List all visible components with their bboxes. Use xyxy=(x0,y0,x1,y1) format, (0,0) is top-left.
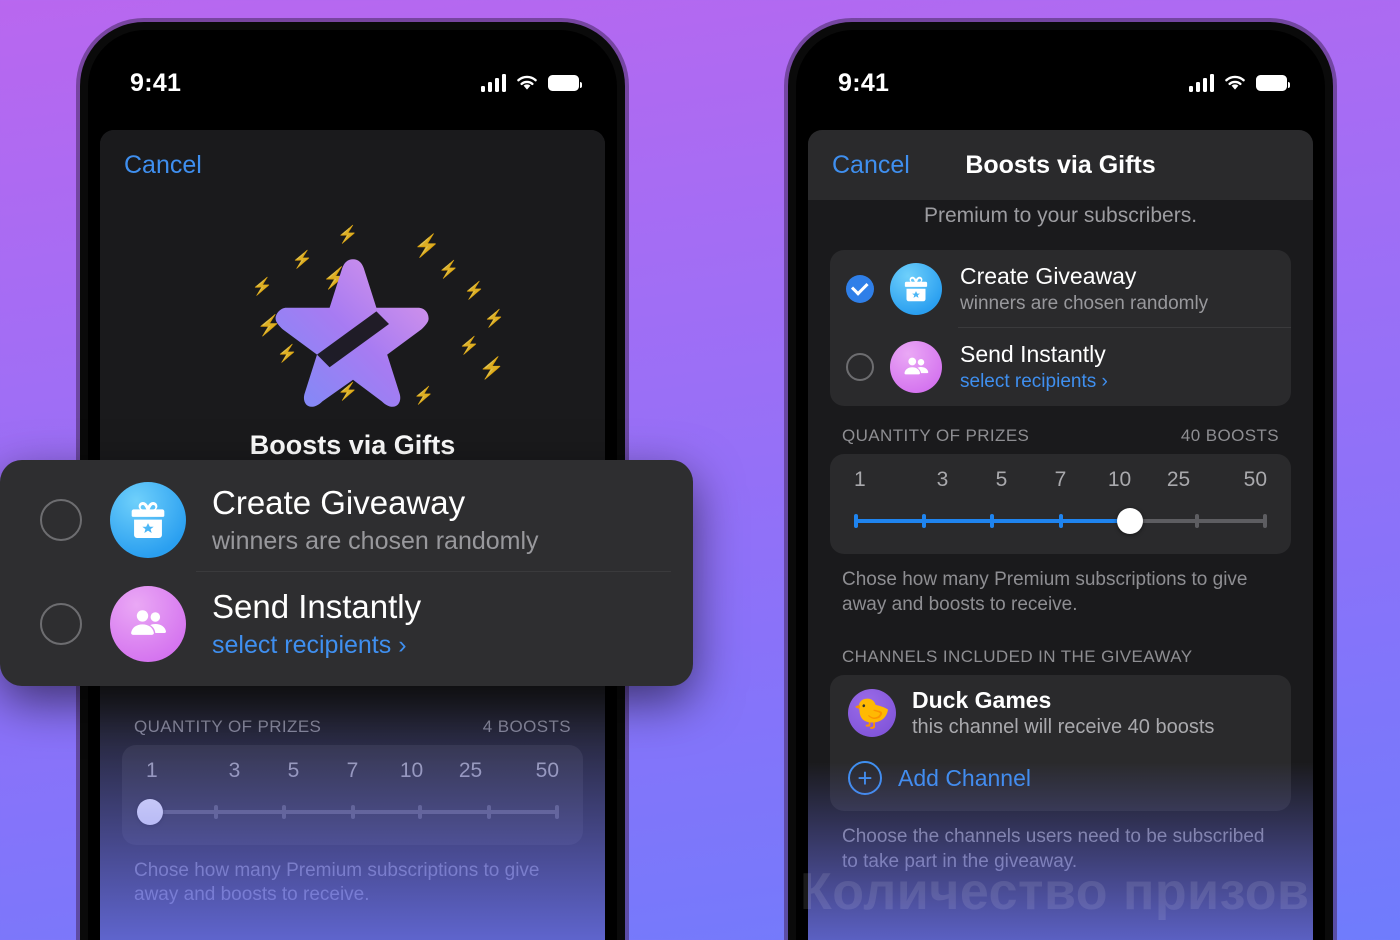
slider-tick-label: 50 xyxy=(535,758,559,782)
quantity-hint-right: Chose how many Premium subscriptions to … xyxy=(842,569,1248,615)
slider-tick-label: 7 xyxy=(346,758,359,782)
status-indicators xyxy=(1188,74,1290,92)
scrolled-subtitle: Premium to your subscribers. xyxy=(923,204,1198,227)
channel-name: Duck Games xyxy=(912,687,1052,714)
battery-icon xyxy=(548,75,582,91)
hero-title: Boosts via Gifts xyxy=(249,430,456,460)
wifi-icon xyxy=(1225,75,1245,90)
phone-right-screen: 9:41 Cancel Boosts via Gifts Premium to … xyxy=(796,30,1325,940)
options-popup-overlay[interactable]: Create Giveaway winners are chosen rando… xyxy=(0,460,693,686)
option-title: Send Instantly xyxy=(212,588,422,625)
options-card-right: Create Giveaway winners are chosen rando… xyxy=(830,250,1291,406)
slider-track xyxy=(854,514,1267,528)
status-bar-left: 9:41 xyxy=(88,30,617,108)
quantity-section-header-right: QUANTITY OF PRIZES 40 BOOSTS xyxy=(808,406,1313,454)
option-send-instantly[interactable]: Send Instantly select recipients › xyxy=(830,328,1291,406)
nav-bar-left: Cancel xyxy=(100,130,605,200)
battery-icon xyxy=(1256,75,1290,91)
channel-row-duck-games[interactable]: 🐤 Duck Games this channel will receive 4… xyxy=(830,675,1291,751)
channels-hint: Choose the channels users need to be sub… xyxy=(842,826,1265,873)
select-recipients-link[interactable]: select recipients › xyxy=(212,631,671,660)
gift-icon xyxy=(110,482,186,558)
people-icon xyxy=(890,341,942,393)
radio-create-giveaway[interactable] xyxy=(846,275,874,303)
quantity-value: 40 BOOSTS xyxy=(1180,426,1279,445)
option-title: Create Giveaway xyxy=(960,263,1137,289)
channel-subtitle: this channel will receive 40 boosts xyxy=(912,716,1215,739)
channels-card: 🐤 Duck Games this channel will receive 4… xyxy=(830,675,1291,812)
status-time: 9:41 xyxy=(838,68,890,97)
nav-bar-right: Cancel Boosts via Gifts xyxy=(808,130,1313,200)
slider-tick-label: 1 xyxy=(854,468,866,491)
quantity-section-header-left: QUANTITY OF PRIZES 4 BOOSTS xyxy=(100,697,605,745)
slider-thumb[interactable] xyxy=(137,798,163,825)
phone-right: 9:41 Cancel Boosts via Gifts Premium to … xyxy=(788,22,1333,940)
option-create-giveaway[interactable]: Create Giveaway winners are chosen rando… xyxy=(830,250,1291,328)
plus-circle-icon: + xyxy=(848,761,882,796)
people-icon xyxy=(110,586,186,662)
cancel-button[interactable]: Cancel xyxy=(832,151,910,180)
slider-thumb[interactable] xyxy=(1116,508,1143,534)
option-subtitle: winners are chosen randomly xyxy=(212,527,539,555)
slider-tick-label: 7 xyxy=(1054,468,1067,491)
quantity-slider-card-left[interactable]: 1 3 5 7 10 25 50 xyxy=(122,744,583,845)
overlay-option-send-instantly[interactable]: Send Instantly select recipients › xyxy=(0,572,693,676)
overlay-option-create-giveaway[interactable]: Create Giveaway winners are chosen rando… xyxy=(0,468,693,572)
radio-create-giveaway[interactable] xyxy=(40,499,82,541)
option-title: Send Instantly xyxy=(960,341,1106,367)
modal-sheet-right: Cancel Boosts via Gifts Premium to your … xyxy=(808,130,1313,940)
quantity-slider-left[interactable] xyxy=(137,798,561,825)
quantity-value: 4 BOOSTS xyxy=(482,716,571,736)
status-indicators xyxy=(480,74,582,92)
radio-send-instantly[interactable] xyxy=(40,603,82,645)
slider-tick-label: 3 xyxy=(228,758,241,782)
channels-label: CHANNELS INCLUDED IN THE GIVEAWAY xyxy=(842,647,1193,667)
gift-icon xyxy=(890,263,942,315)
select-recipients-link[interactable]: select recipients › xyxy=(960,371,1275,393)
quantity-slider-right[interactable] xyxy=(852,508,1269,534)
quantity-label: QUANTITY OF PRIZES xyxy=(134,716,322,736)
quantity-hint-left: Chose how many Premium subscriptions to … xyxy=(134,859,540,906)
duck-emoji: 🐤 xyxy=(853,696,891,730)
slider-tick-labels-left: 1 3 5 7 10 25 50 xyxy=(144,759,561,799)
channels-section-header-right: CHANNELS INCLUDED IN THE GIVEAWAY xyxy=(808,617,1313,675)
quantity-slider-card-right[interactable]: 1 3 5 7 10 25 50 xyxy=(830,454,1291,554)
premium-star-icon: ⚡ ⚡ ⚡ ⚡ ⚡ ⚡ ⚡ ⚡ ⚡ ⚡ ⚡ ⚡ ⚡ ⚡ xyxy=(251,224,505,407)
slider-tick-label: 5 xyxy=(995,468,1008,491)
slider-track xyxy=(146,804,559,819)
slider-tick-labels-right: 1 3 5 7 10 25 50 xyxy=(852,468,1269,508)
slider-tick-label: 50 xyxy=(1243,468,1267,491)
status-bar-right: 9:41 xyxy=(796,30,1325,108)
slider-tick-label: 25 xyxy=(458,758,483,782)
slider-tick-label: 1 xyxy=(146,758,158,782)
radio-send-instantly[interactable] xyxy=(846,353,874,381)
slider-tick-label: 25 xyxy=(1166,468,1191,491)
wifi-icon xyxy=(517,75,537,90)
add-channel-label: Add Channel xyxy=(898,764,1031,791)
option-subtitle: winners are chosen randomly xyxy=(960,293,1209,314)
cancel-button[interactable]: Cancel xyxy=(124,151,202,180)
option-title: Create Giveaway xyxy=(212,484,466,521)
cellular-bars-icon xyxy=(480,74,506,92)
slider-tick-label: 10 xyxy=(1107,468,1132,491)
slider-tick-label: 3 xyxy=(936,468,949,491)
add-channel-button[interactable]: + Add Channel xyxy=(830,751,1291,811)
slider-tick-label: 10 xyxy=(399,758,424,782)
cellular-bars-icon xyxy=(1188,74,1214,92)
quantity-label: QUANTITY OF PRIZES xyxy=(842,426,1030,445)
slider-tick-label: 5 xyxy=(287,758,300,782)
status-time: 9:41 xyxy=(130,68,182,97)
duck-avatar: 🐤 xyxy=(848,689,896,738)
